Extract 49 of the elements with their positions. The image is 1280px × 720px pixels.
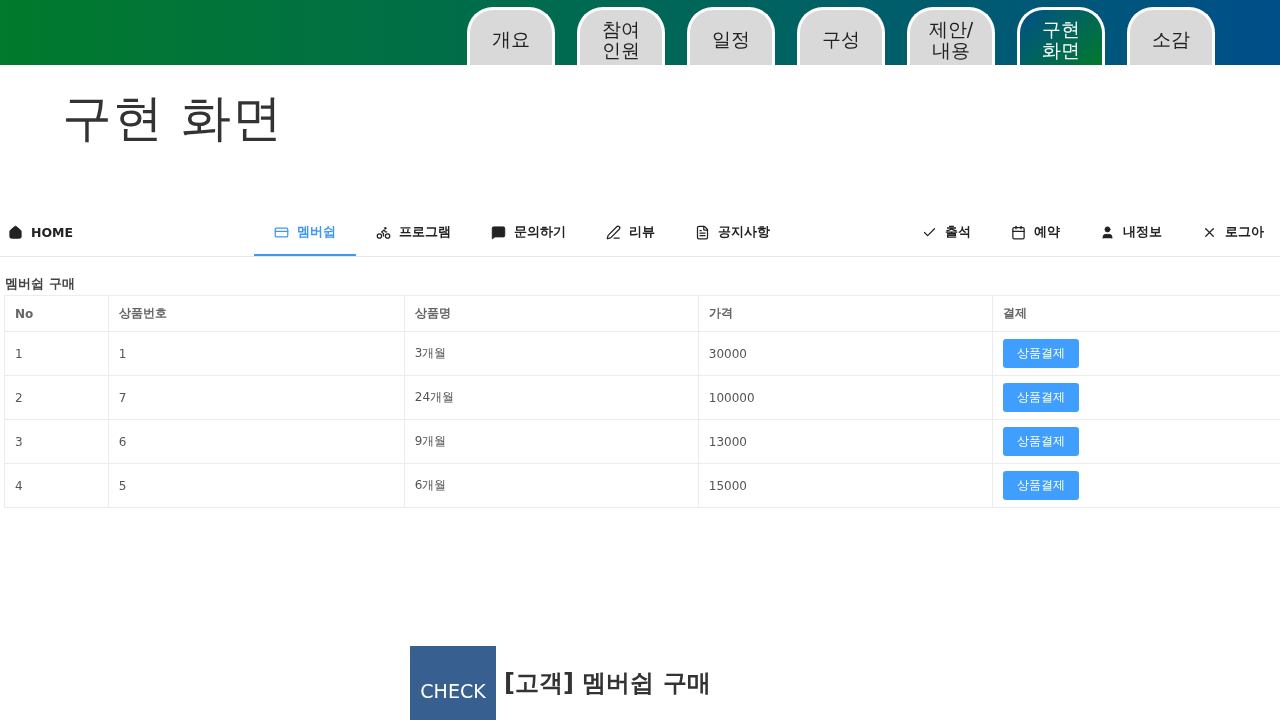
table-cell: 4 [4,463,109,508]
table-cell: 5 [108,463,405,508]
table-cell: 7 [108,375,405,420]
nav-link[interactable]: 출석 [902,210,991,256]
nav-tab[interactable]: 공지사항 [675,210,790,256]
table-cell: 24개월 [404,375,699,420]
home-link[interactable]: HOME [0,210,94,256]
credit-card-icon [274,224,289,240]
table-cell: 2 [4,375,109,420]
table-cell: 6 [108,419,405,464]
check-badge: CHECK [410,646,496,720]
table-cell: 3 [4,419,109,464]
slide-tab[interactable]: 구성 [797,7,885,65]
table-cell: 15000 [698,463,993,508]
section-title: 멤버쉽 구매 [5,275,76,293]
table-cell: 6개월 [404,463,699,508]
calendar-icon [1011,224,1026,240]
bicycle-icon [376,224,391,240]
home-icon [8,224,23,240]
column-header: 가격 [698,295,993,332]
slide-tab[interactable]: 제안/ 내용 [907,7,995,65]
table-cell: 100000 [698,375,993,420]
check-caption: [고객] 멤버쉽 구매 [504,668,711,699]
column-header: 상품번호 [108,295,405,332]
nav-link[interactable]: 예약 [991,210,1080,256]
slide-tab[interactable]: 일정 [687,7,775,65]
table-cell: 13000 [698,419,993,464]
column-header: 상품명 [404,295,699,332]
slide-tab[interactable]: 구현 화면 [1017,7,1105,65]
table-cell: 9개월 [404,419,699,464]
document-icon [695,224,710,240]
slide-tab[interactable]: 개요 [467,7,555,65]
column-header: No [4,295,109,332]
nav-link[interactable]: 로그아 [1182,210,1280,256]
slide-title: 구현 화면 [62,88,284,149]
table-cell: 1 [4,331,109,376]
table-cell: 1 [108,331,405,376]
nav-link[interactable]: 내정보 [1080,210,1182,256]
table-cell: 3개월 [404,331,699,376]
table-cell: 30000 [698,331,993,376]
pen-icon [606,224,621,240]
nav-tab[interactable]: 리뷰 [586,210,675,256]
slide-tab[interactable]: 참여 인원 [577,7,665,65]
chat-icon [491,224,506,240]
nav-tab[interactable]: 프로그램 [356,210,471,256]
user-icon [1100,224,1115,240]
slide-tab[interactable]: 소감 [1127,7,1215,65]
column-header: 결제 [992,295,1280,332]
nav-tab[interactable]: 문의하기 [471,210,586,256]
